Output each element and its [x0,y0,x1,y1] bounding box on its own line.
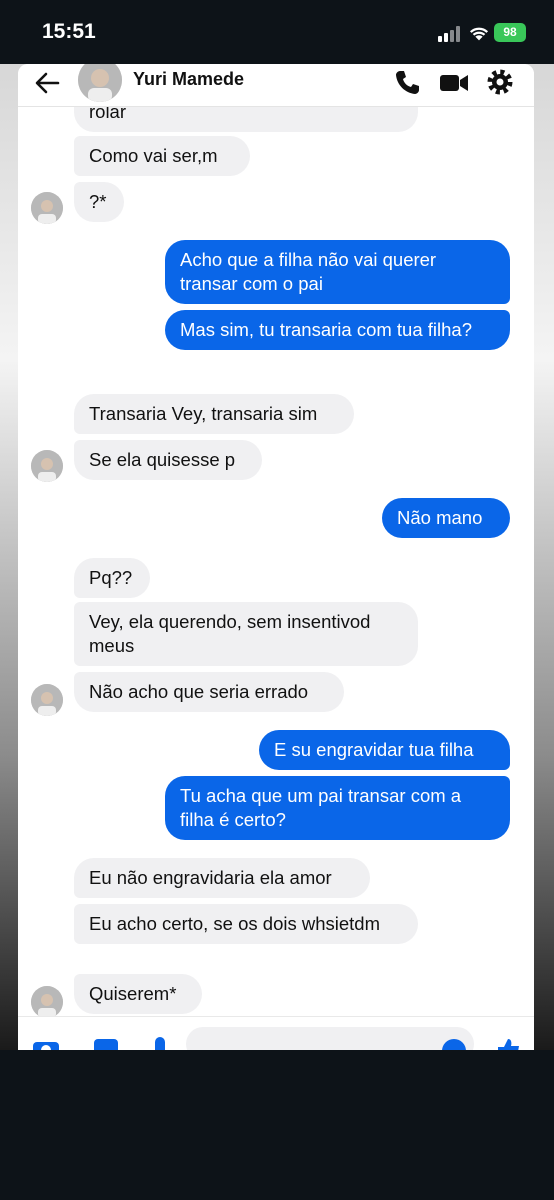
contact-mini-avatar [31,450,63,482]
status-bar: 15:51 98 [0,0,554,64]
back-arrow-icon[interactable] [32,68,62,98]
camera-icon[interactable] [32,1037,60,1050]
messenger-chat: Yuri Mamede rolar Como vai ser,m ?* Acho… [18,64,534,1050]
contact-name[interactable]: Yuri Mamede [133,69,244,90]
message-bubble-outgoing[interactable]: Acho que a filha não vai querer transar … [165,240,510,304]
message-bubble-incoming[interactable]: Como vai ser,m [74,136,250,176]
signal-icon [438,26,460,42]
like-icon[interactable] [494,1037,522,1050]
image-icon[interactable] [92,1037,120,1050]
battery-indicator: 98 [494,23,526,42]
contact-mini-avatar [31,684,63,716]
message-bubble-outgoing[interactable]: Não mano [382,498,510,538]
message-bubble-incoming[interactable]: Transaria Vey, transaria sim [74,394,354,434]
chat-header: Yuri Mamede [18,64,534,107]
emoji-icon[interactable] [440,1037,468,1050]
message-bubble-incoming[interactable]: Eu acho certo, se os dois whsietdm [74,904,418,944]
message-bubble-incoming[interactable]: Eu não engravidaria ela amor [74,858,370,898]
message-bubble-incoming[interactable]: Não acho que seria errado [74,672,344,712]
message-list: rolar Como vai ser,m ?* Acho que a filha… [18,86,534,1018]
message-bubble-incoming[interactable]: Pq?? [74,558,150,598]
message-composer [18,1016,534,1050]
wifi-icon [469,27,489,41]
contact-mini-avatar [31,192,63,224]
message-bubble-incoming[interactable]: Vey, ela querendo, sem insentivod meus [74,602,418,666]
video-camera-icon[interactable] [438,67,470,97]
message-bubble-outgoing[interactable]: E su engravidar tua filha [259,730,510,770]
gear-icon[interactable] [484,67,516,97]
status-time: 15:51 [42,20,96,43]
message-bubble-outgoing[interactable]: Mas sim, tu transaria com tua filha? [165,310,510,350]
message-bubble-incoming[interactable]: Quiserem* [74,974,202,1014]
message-bubble-incoming[interactable]: ?* [74,182,124,222]
contact-mini-avatar [31,986,63,1018]
contact-avatar[interactable] [78,64,122,102]
message-bubble-outgoing[interactable]: Tu acha que um pai transar com a filha é… [165,776,510,840]
message-bubble-incoming[interactable]: Se ela quisesse p [74,440,262,480]
bottom-background [0,1050,554,1200]
microphone-icon[interactable] [146,1037,174,1050]
message-input[interactable] [186,1027,474,1050]
phone-icon[interactable] [392,67,424,97]
